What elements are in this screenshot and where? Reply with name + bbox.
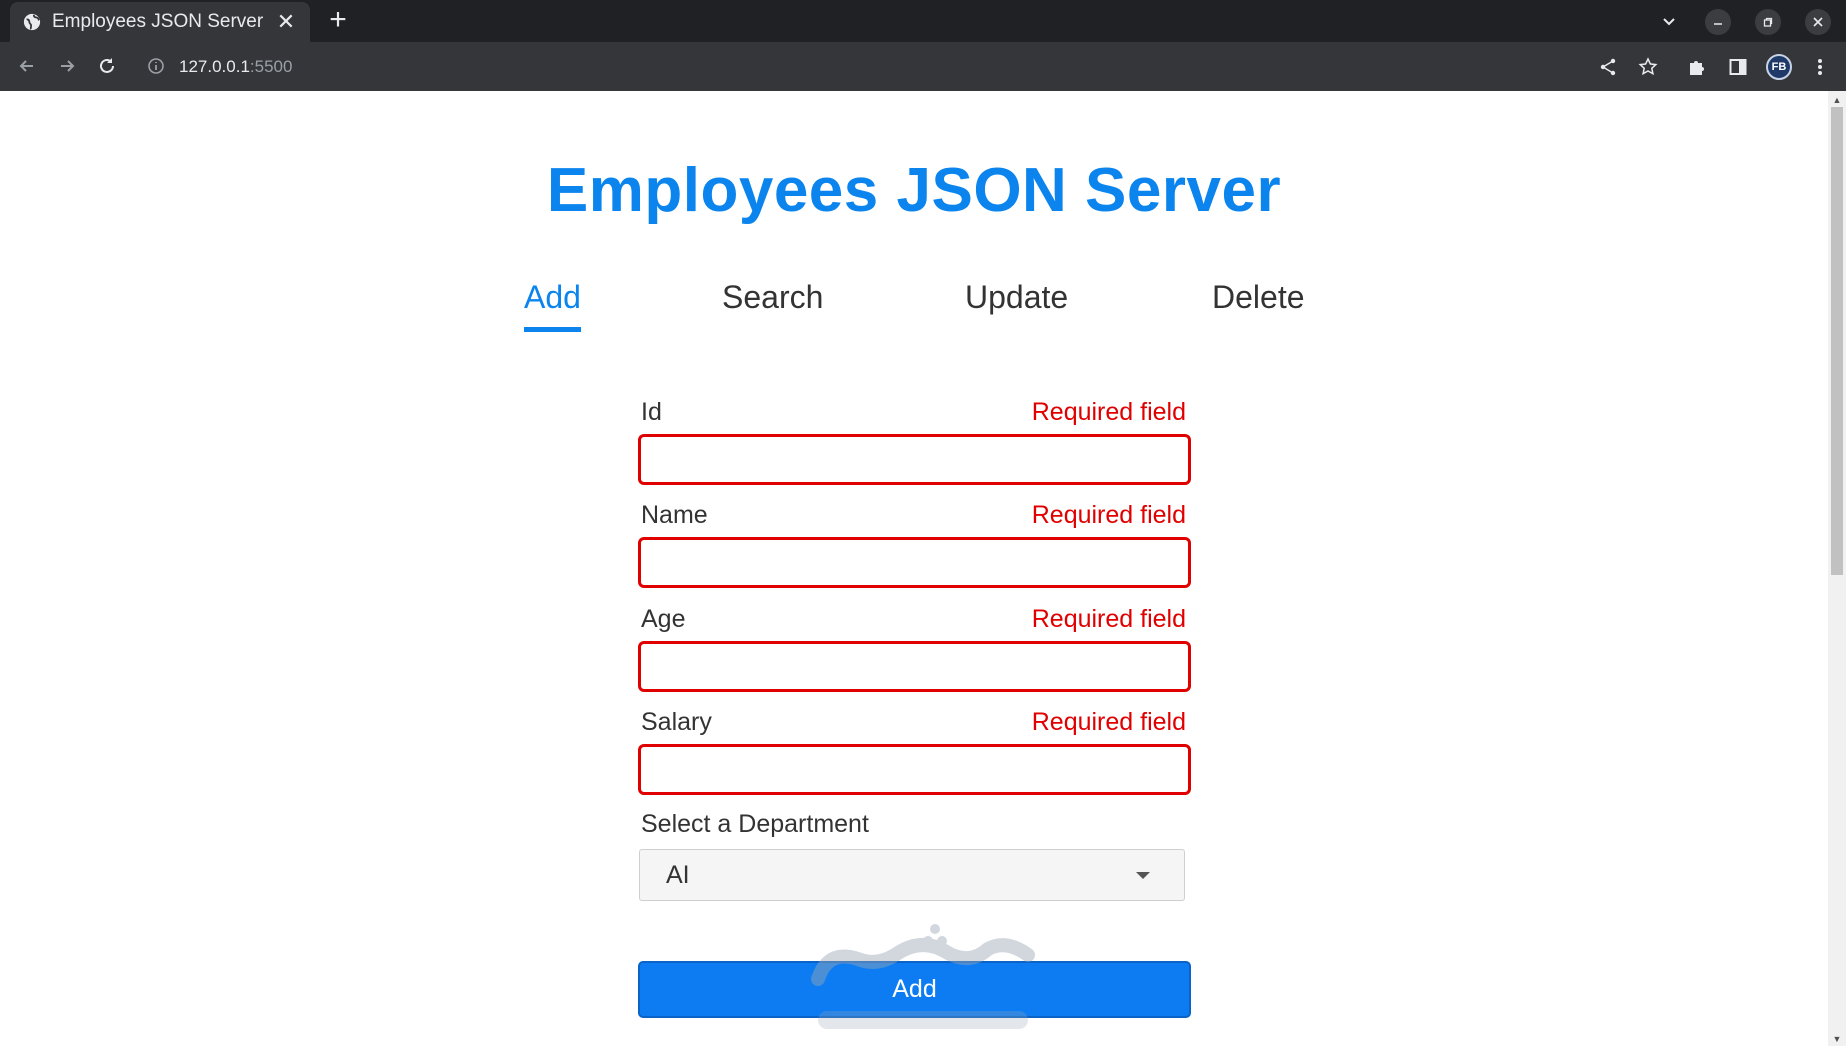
back-arrow-icon[interactable] [11,50,43,82]
new-tab-button[interactable]: + [323,5,353,36]
page-title: Employees JSON Server [546,156,1282,225]
name-label: Name [641,501,708,529]
vertical-scrollbar[interactable]: ▲ ▼ [1828,91,1846,1046]
extensions-puzzle-icon[interactable] [1685,55,1709,79]
globe-icon [22,12,42,32]
site-info-icon[interactable] [147,57,165,80]
tab-title: Employees JSON Server [52,11,264,32]
name-input[interactable] [638,537,1191,588]
name-error: Required field [1031,501,1186,529]
add-button[interactable]: Add [638,961,1191,1018]
address-bar[interactable]: 127.0.0.1:5500 [135,48,1575,85]
salary-input[interactable] [638,744,1191,795]
tab-search-icon[interactable] [1656,9,1682,35]
share-icon[interactable] [1596,55,1620,79]
scroll-up-arrow-icon[interactable]: ▲ [1832,95,1842,105]
browser-tab[interactable]: Employees JSON Server ✕ [10,2,310,42]
id-label: Id [641,398,662,426]
browser-toolbar: 127.0.0.1:5500 FB [0,42,1846,91]
scroll-down-arrow-icon[interactable]: ▼ [1832,1034,1842,1044]
department-selected-value: AI [666,860,690,889]
bookmark-star-icon[interactable] [1636,55,1660,79]
scroll-thumb[interactable] [1831,107,1843,575]
restore-icon[interactable] [1755,9,1781,35]
tab-update[interactable]: Update [965,279,1068,316]
chevron-down-icon [1136,871,1150,879]
salary-error: Required field [1031,708,1186,736]
browser-tab-strip: Employees JSON Server ✕ + [0,0,1846,42]
age-error: Required field [1031,605,1186,633]
url-port: :5500 [249,57,293,76]
tab-delete[interactable]: Delete [1212,279,1305,316]
close-window-icon[interactable] [1805,9,1831,35]
page-viewport: Employees JSON Server Add Search Update … [0,91,1846,1046]
side-panel-icon[interactable] [1726,55,1750,79]
tab-close-icon[interactable]: ✕ [274,10,298,34]
url-text: 127.0.0.1:5500 [179,57,292,77]
forward-arrow-icon[interactable] [51,50,83,82]
menu-dots-icon[interactable] [1808,55,1832,79]
age-label: Age [641,605,686,633]
profile-avatar[interactable]: FB [1766,54,1792,80]
reload-icon[interactable] [91,50,123,82]
department-select[interactable]: AI [639,849,1185,901]
id-error: Required field [1031,398,1186,426]
url-host: 127.0.0.1 [179,57,250,76]
salary-label: Salary [641,708,712,736]
id-input[interactable] [638,434,1191,485]
tab-search[interactable]: Search [722,279,823,316]
department-label: Select a Department [641,810,869,838]
age-input[interactable] [638,641,1191,692]
minimize-icon[interactable] [1705,9,1731,35]
tab-add[interactable]: Add [524,279,581,332]
